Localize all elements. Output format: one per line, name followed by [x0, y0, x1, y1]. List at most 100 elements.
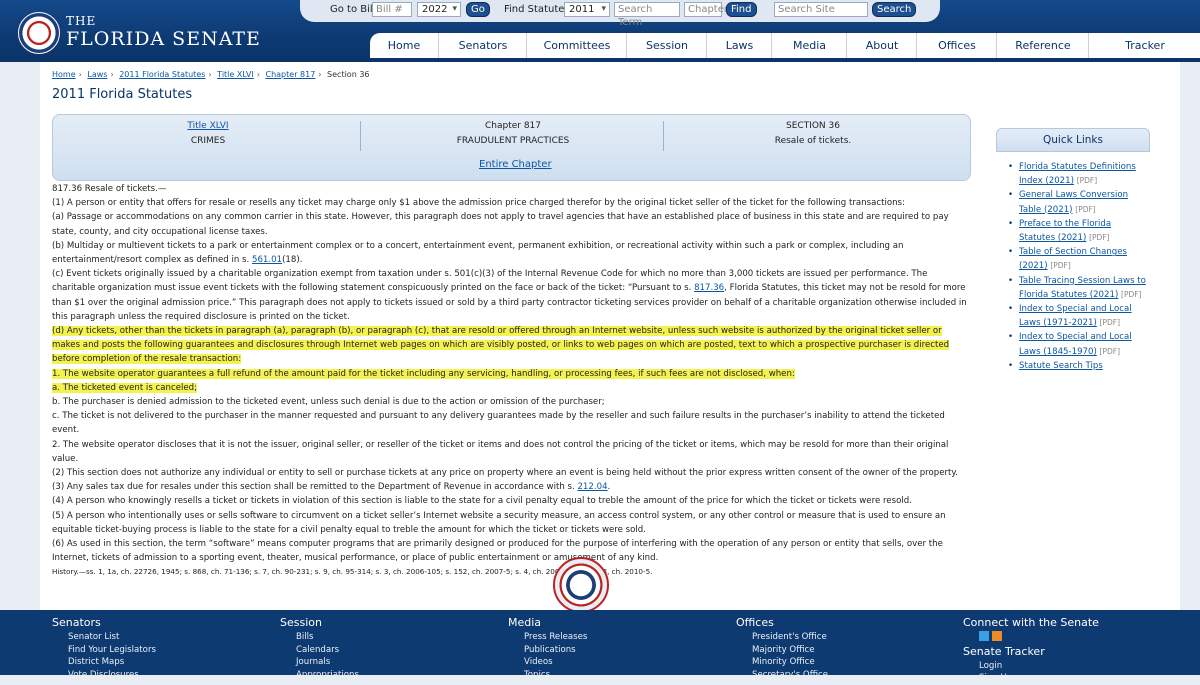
item-c: c. The ticket is not delivered to the pu… — [52, 411, 945, 436]
breadcrumb-section: Section 36 — [327, 70, 370, 79]
quick-link-item[interactable]: Index to Special and Local Laws (1845-19… — [1008, 330, 1148, 358]
breadcrumb-chapter[interactable]: Chapter 817 — [266, 70, 316, 79]
footer-heading[interactable]: Offices — [736, 616, 828, 629]
search-site-input[interactable]: Search Site — [774, 2, 868, 17]
page-title: 2011 Florida Statutes — [52, 87, 193, 102]
footer-session: Session Bills Calendars Journals Appropr… — [280, 616, 359, 681]
footer-link[interactable]: Videos — [524, 656, 587, 669]
nav-about[interactable]: About — [846, 33, 917, 58]
footer-link[interactable]: Secretary's Office — [752, 669, 828, 682]
footer-heading[interactable]: Media — [508, 616, 587, 629]
brand-name[interactable]: FLORIDA SENATE — [66, 28, 261, 50]
nav-tracker[interactable]: Tracker — [1088, 33, 1200, 58]
title-link[interactable]: Title XLVI — [133, 121, 283, 131]
footer-link[interactable]: Calendars — [296, 644, 359, 657]
chevron-right-icon: › — [78, 70, 82, 79]
nav-senators[interactable]: Senators — [438, 33, 527, 58]
bill-year-select[interactable]: 2022 — [417, 2, 461, 17]
footer-link[interactable]: Topics — [524, 669, 587, 682]
footer-link[interactable]: President's Office — [752, 631, 828, 644]
footer-link[interactable]: Minority Office — [752, 656, 828, 669]
footer-link[interactable]: Publications — [524, 644, 587, 657]
footer-heading[interactable]: Senators — [52, 616, 156, 629]
subsection-5: (5) A person who intentionally uses or s… — [52, 510, 946, 535]
chevron-right-icon: › — [318, 70, 322, 79]
twitter-icon[interactable] — [979, 631, 989, 641]
pdf-link[interactable]: [PDF] — [1077, 176, 1097, 185]
nav-laws[interactable]: Laws — [706, 33, 772, 58]
footer-link[interactable]: Press Releases — [524, 631, 587, 644]
footer-link[interactable]: Appropriations — [296, 669, 359, 682]
footer-senators: Senators Senator List Find Your Legislat… — [52, 616, 156, 681]
pdf-link[interactable]: [PDF] — [1121, 290, 1141, 299]
quick-link-label[interactable]: General Laws Conversion Table (2021) — [1019, 190, 1128, 214]
nav-media[interactable]: Media — [771, 33, 847, 58]
search-button[interactable]: Search — [872, 2, 917, 17]
history-note: History.—ss. 1, 1a, ch. 22726, 1945; s. … — [52, 567, 653, 577]
statute-link-212[interactable]: 212.04 — [577, 482, 607, 492]
footer-link[interactable]: Majority Office — [752, 644, 828, 657]
statute-text: 817.36 Resale of tickets.— (1) A person … — [52, 182, 970, 580]
statute-year-select[interactable]: 2011 — [564, 2, 610, 17]
footer-link[interactable]: Bills — [296, 631, 359, 644]
breadcrumb-home[interactable]: Home — [52, 70, 76, 79]
paragraph-d: (d) Any tickets, other than the tickets … — [52, 324, 970, 367]
quick-link-item[interactable]: Table of Section Changes (2021) [PDF] — [1008, 245, 1148, 273]
footer-heading[interactable]: Session — [280, 616, 359, 629]
pdf-link[interactable]: [PDF] — [1089, 233, 1109, 242]
find-button[interactable]: Find — [726, 2, 757, 17]
rss-icon[interactable] — [992, 631, 1002, 641]
search-term-input[interactable]: Search Term — [614, 2, 680, 28]
search-toolbar: Go to Bill: Bill # 2022 Go Find Statutes… — [300, 0, 940, 28]
item-1: 1. The website operator guarantees a ful… — [52, 367, 970, 381]
chapter-input[interactable]: Chapter — [684, 2, 728, 17]
chapter-cell: Chapter 817 FRAUDULENT PRACTICES — [433, 121, 593, 157]
breadcrumb-title[interactable]: Title XLVI — [217, 70, 254, 79]
pdf-link[interactable]: [PDF] — [1075, 205, 1095, 214]
pdf-link[interactable]: [PDF] — [1100, 347, 1120, 356]
quick-link-item[interactable]: Preface to the Florida Statutes (2021) [… — [1008, 217, 1148, 245]
footer-connect: Connect with the Senate Senate Tracker L… — [963, 616, 1099, 685]
senate-seal-icon — [553, 557, 609, 613]
footer-link[interactable]: Senator List — [68, 631, 156, 644]
quick-link-item[interactable]: Table Tracing Session Laws to Florida St… — [1008, 274, 1148, 302]
nav-home[interactable]: Home — [370, 33, 438, 58]
footer-offices: Offices President's Office Majority Offi… — [736, 616, 828, 681]
highlighted-text: (d) Any tickets, other than the tickets … — [52, 326, 950, 365]
subsection-3: (3) Any sales tax due for resales under … — [52, 480, 970, 494]
chevron-right-icon: › — [110, 70, 114, 79]
section-name: Resale of tickets. — [774, 136, 852, 146]
entire-chapter-link[interactable]: Entire Chapter — [479, 159, 552, 170]
footer-link[interactable]: District Maps — [68, 656, 156, 669]
senate-seal-icon[interactable] — [18, 12, 60, 54]
quick-link-item[interactable]: General Laws Conversion Table (2021) [PD… — [1008, 188, 1148, 216]
footer-heading: Connect with the Senate — [963, 616, 1099, 629]
quick-link-label[interactable]: Statute Search Tips — [1019, 361, 1103, 371]
bill-number-input[interactable]: Bill # — [372, 2, 412, 17]
pdf-link[interactable]: [PDF] — [1050, 261, 1070, 270]
quick-link-label[interactable]: Table of Section Changes (2021) — [1019, 247, 1127, 271]
nav-offices[interactable]: Offices — [916, 33, 997, 58]
footer-link[interactable]: Find Your Legislators — [68, 644, 156, 657]
chapter-label: Chapter 817 — [484, 121, 542, 131]
pdf-link[interactable]: [PDF] — [1100, 318, 1120, 327]
quick-link-item[interactable]: Statute Search Tips — [1008, 359, 1148, 373]
nav-reference[interactable]: Reference — [996, 33, 1089, 58]
footer-link[interactable]: Vote Disclosures — [68, 669, 156, 682]
statute-link-817[interactable]: 817.36 — [694, 283, 724, 293]
footer-link[interactable]: Sign Up — [979, 672, 1099, 685]
quick-link-item[interactable]: Florida Statutes Definitions Index (2021… — [1008, 160, 1148, 188]
statute-link-561[interactable]: 561.01 — [252, 255, 282, 265]
nav-committees[interactable]: Committees — [526, 33, 627, 58]
breadcrumb: Home › Laws › 2011 Florida Statutes › Title… — [52, 70, 370, 79]
footer-link[interactable]: Journals — [296, 656, 359, 669]
divider — [360, 121, 361, 151]
go-button[interactable]: Go — [466, 2, 490, 17]
breadcrumb-laws[interactable]: Laws — [87, 70, 107, 79]
highlighted-text: a. The ticketed event is canceled; — [52, 382, 198, 393]
breadcrumb-statutes[interactable]: 2011 Florida Statutes — [119, 70, 205, 79]
nav-session[interactable]: Session — [626, 33, 707, 58]
divider — [663, 121, 664, 151]
quick-link-item[interactable]: Index to Special and Local Laws (1971-20… — [1008, 302, 1148, 330]
footer-link[interactable]: Login — [979, 660, 1099, 673]
